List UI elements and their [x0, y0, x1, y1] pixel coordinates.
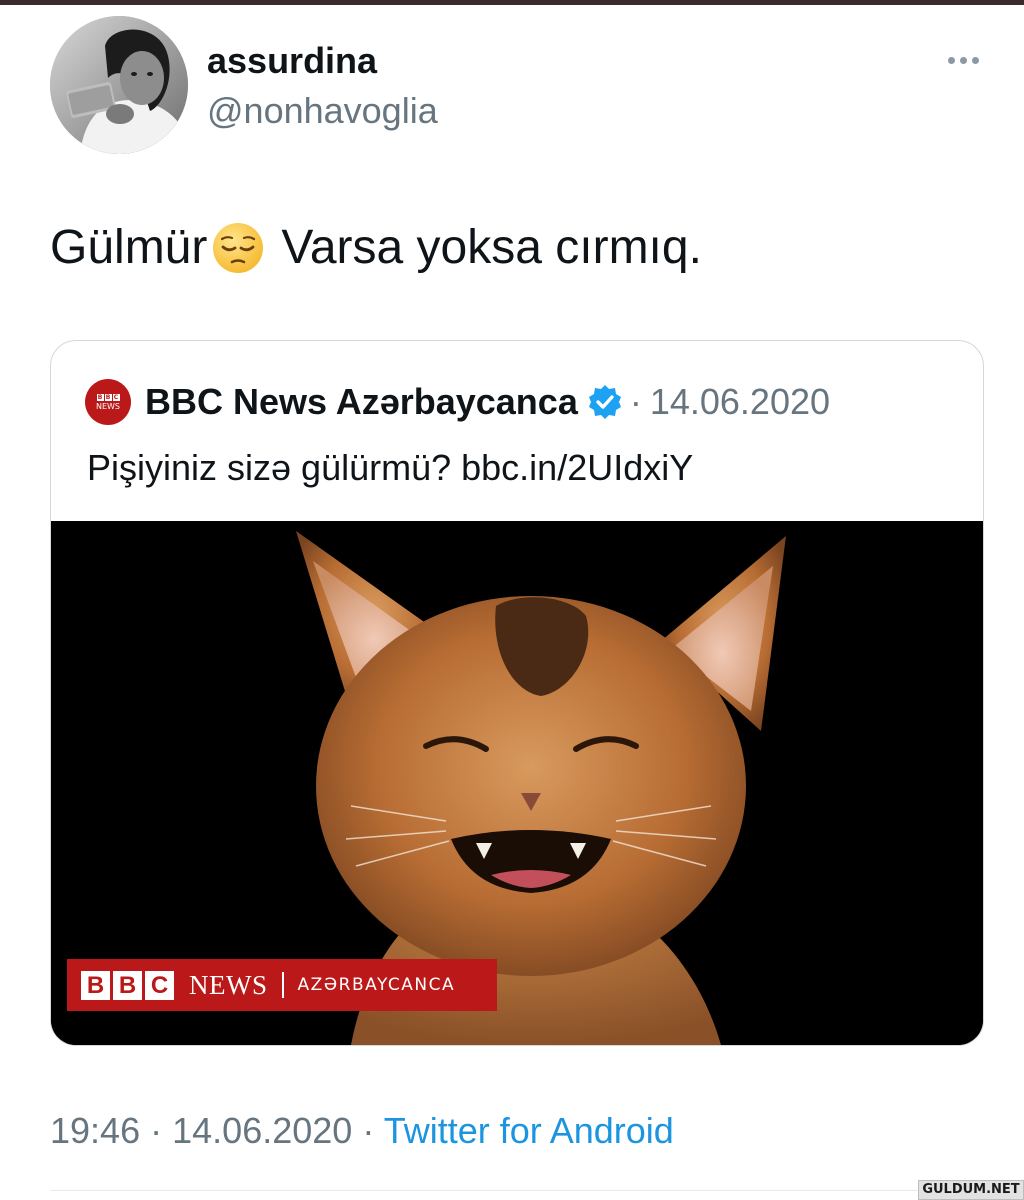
tweet-date[interactable]: 14.06.2020 — [172, 1110, 352, 1151]
tweet-text-part-2: Varsa yoksa cırmıq. — [281, 221, 702, 274]
bbc-mini-blocks: B B C — [96, 393, 120, 401]
quoted-date[interactable]: 14.06.2020 — [650, 381, 830, 423]
author-handle[interactable]: @nonhavoglia — [207, 90, 438, 132]
meta-separator: · — [150, 1110, 163, 1151]
author-display-name[interactable]: assurdina — [207, 40, 377, 82]
avatar-photo-icon — [50, 16, 188, 154]
verified-badge-icon — [588, 385, 621, 419]
quoted-tweet-header: B B C NEWS BBC News Azərbaycanca · 14.06… — [85, 379, 830, 425]
bbc-mini-block: B — [96, 393, 104, 401]
bbc-letter-block: B — [81, 970, 110, 1000]
quoted-tweet-image[interactable]: B B C NEWS AZƏRBAYCANCA — [51, 521, 983, 1045]
bbc-news-banner: B B C NEWS AZƏRBAYCANCA — [67, 959, 497, 1011]
pensive-face-icon — [213, 222, 264, 273]
bbc-mini-block: C — [112, 393, 120, 401]
tweet-text-part-1: Gülmür — [50, 221, 208, 274]
quoted-separator: · — [629, 381, 642, 422]
meta-separator: · — [362, 1110, 375, 1151]
bottom-divider — [50, 1190, 1024, 1191]
author-avatar[interactable] — [50, 16, 188, 154]
bbc-banner-divider — [281, 972, 284, 998]
tweet-time[interactable]: 19:46 — [50, 1110, 140, 1151]
bbc-mini-news: NEWS — [95, 401, 121, 411]
quoted-tweet-card[interactable]: B B C NEWS BBC News Azərbaycanca · 14.06… — [50, 340, 984, 1046]
tweet-source-link[interactable]: Twitter for Android — [384, 1110, 674, 1151]
bbc-avatar-logo[interactable]: B B C NEWS — [85, 379, 131, 425]
quoted-tweet-text: Pişiyiniz sizə gülürmü? bbc.in/2UIdxiY — [87, 447, 694, 488]
tweet-meta: 19:46 · 14.06.2020 · Twitter for Android — [50, 1110, 674, 1152]
more-options-button[interactable] — [938, 44, 988, 76]
bbc-mini-block: B — [104, 393, 112, 401]
bbc-letter-block: C — [145, 970, 174, 1000]
quoted-author-name[interactable]: BBC News Azərbaycanca — [145, 381, 578, 423]
site-watermark: GULDUM.NET — [918, 1180, 1024, 1200]
bbc-banner-subtitle: AZƏRBAYCANCA — [297, 975, 456, 995]
more-dot-icon — [971, 56, 979, 64]
tweet-detail-page: assurdina @nonhavoglia Gülmür Varsa yoks… — [0, 0, 1024, 1200]
bbc-letter-block: B — [113, 970, 142, 1000]
more-dot-icon — [947, 56, 955, 64]
bbc-banner-news: NEWS — [189, 969, 268, 1000]
more-dot-icon — [959, 56, 967, 64]
top-edge-strip — [0, 0, 1024, 5]
tweet-text: Gülmür Varsa yoksa cırmıq. — [50, 220, 702, 275]
